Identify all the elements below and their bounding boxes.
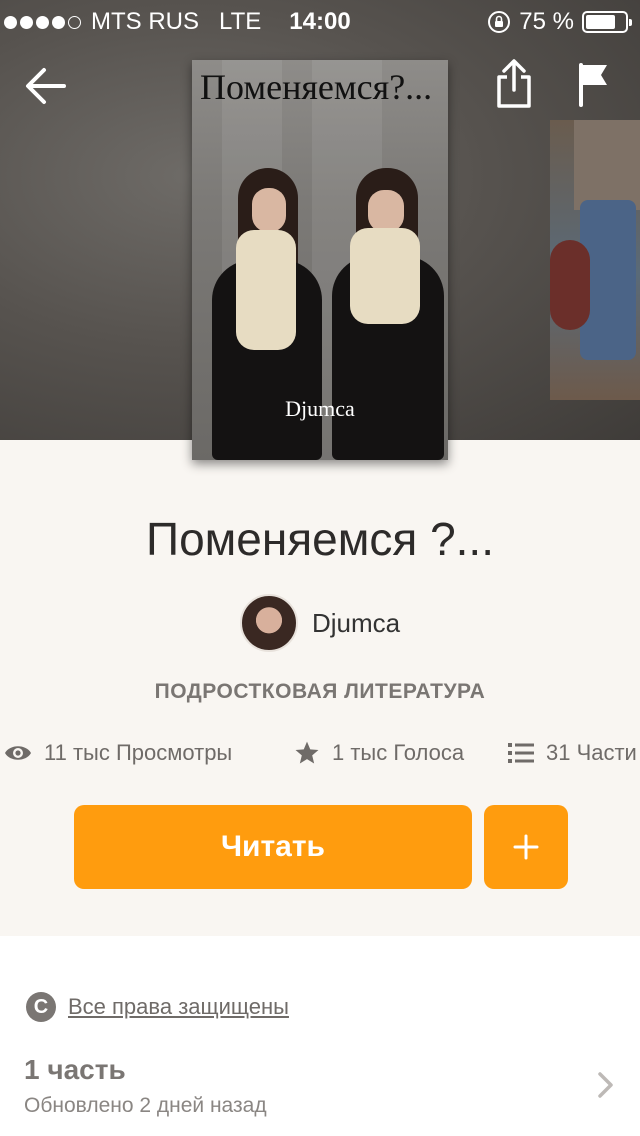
avatar[interactable] — [240, 594, 298, 652]
list-icon — [508, 743, 534, 763]
read-button[interactable]: Читать — [74, 805, 472, 889]
votes-stat: 1 тыс Голоса — [294, 740, 464, 766]
genre-label[interactable]: ПОДРОСТКОВАЯ ЛИТЕРАТУРА — [0, 680, 640, 704]
status-bar: MTS RUS LTE 14:00 75 % — [0, 0, 640, 40]
battery-fill — [586, 15, 615, 29]
votes-count: 1 тыс Голоса — [332, 740, 465, 765]
battery-icon — [582, 11, 632, 33]
arrow-left-icon — [26, 68, 66, 104]
cover-author: Djumca — [285, 396, 355, 421]
report-button[interactable] — [566, 56, 622, 112]
cover-figure — [574, 120, 640, 210]
views-count: 11 тыс Просмотры — [44, 740, 233, 765]
share-button[interactable] — [486, 56, 542, 112]
star-icon — [295, 741, 319, 764]
story-stats: 11 тыс Просмотры 1 тыс Голоса 31 Части — [4, 740, 640, 774]
cover-figure — [252, 188, 286, 232]
battery-percentage: 75 % — [519, 8, 574, 35]
copyright-icon: C — [26, 992, 56, 1022]
parts-count: 31 Части — [546, 740, 637, 765]
story-details: C Все права защищены 1 часть Обновлено 2… — [0, 936, 640, 1136]
part-title[interactable]: 1 часть — [24, 1054, 126, 1086]
flag-icon — [579, 63, 607, 107]
story-cover[interactable]: Поменяемся?... Djumca — [192, 60, 448, 460]
cover-title: Поменяемся?... — [200, 67, 433, 107]
cover-figure — [368, 190, 404, 232]
share-icon — [497, 59, 531, 108]
views-stat: 11 тыс Просмотры — [4, 740, 232, 766]
author-name[interactable]: Djumca — [312, 608, 400, 639]
parts-stat: 31 Части — [508, 740, 637, 766]
story-title: Поменяемся ?... — [146, 513, 494, 565]
copyright-row[interactable]: C Все права защищены — [26, 992, 289, 1022]
chevron-right-icon[interactable] — [596, 1070, 616, 1100]
cover-figure — [350, 228, 420, 324]
author-link[interactable]: Djumca — [240, 594, 400, 652]
copyright-link[interactable]: Все права защищены — [68, 994, 289, 1020]
next-story-cover[interactable] — [550, 120, 640, 400]
plus-icon — [513, 834, 539, 860]
orientation-lock-icon — [488, 11, 511, 33]
eye-icon — [5, 746, 31, 760]
part-updated: Обновлено 2 дней назад — [24, 1094, 267, 1117]
cover-figure — [236, 230, 296, 350]
add-to-library-button[interactable] — [484, 805, 568, 889]
cover-figure — [550, 240, 590, 330]
back-button[interactable] — [18, 58, 74, 114]
